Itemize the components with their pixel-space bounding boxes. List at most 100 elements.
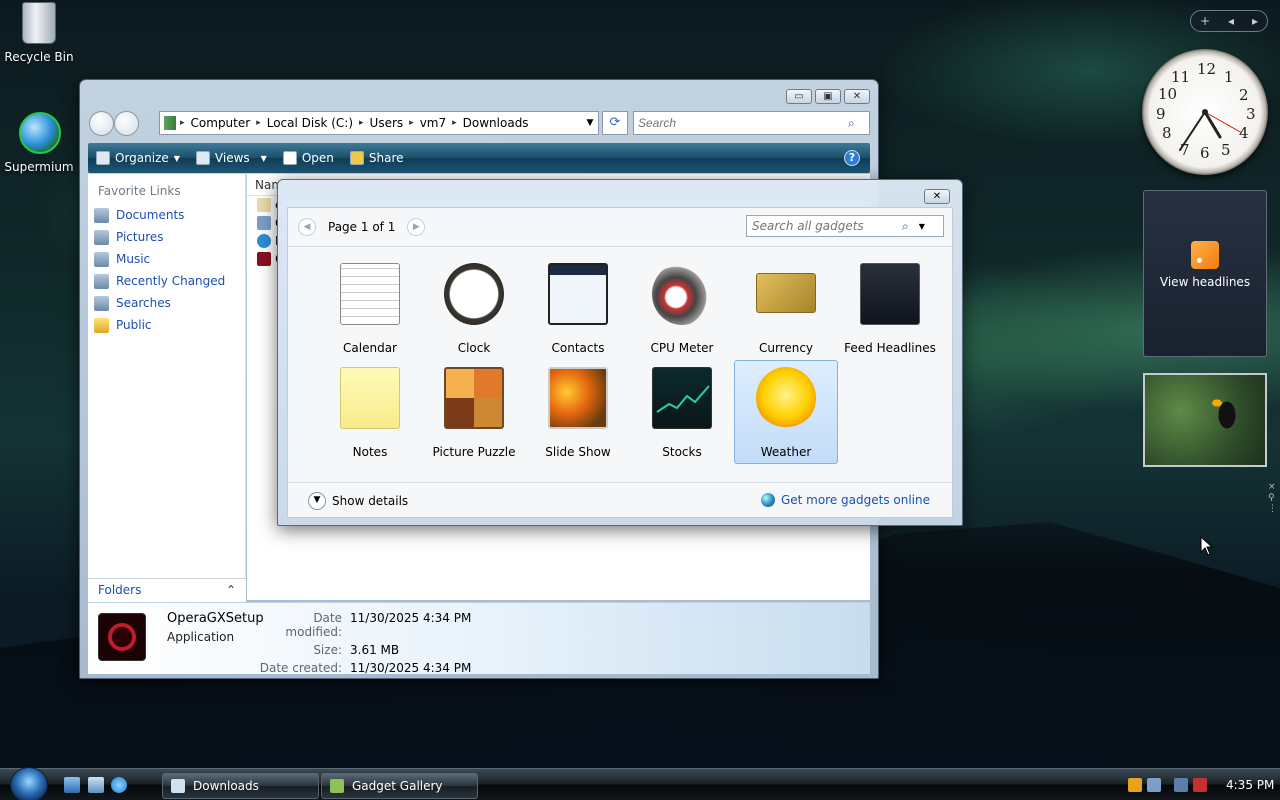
close-button[interactable]: ✕ bbox=[924, 189, 950, 204]
gadget-tile-contacts[interactable]: Contacts bbox=[526, 256, 630, 360]
chevron-down-icon[interactable]: ▼ bbox=[582, 118, 598, 128]
breadcrumb-vm7[interactable]: vm7 bbox=[414, 116, 452, 130]
view-headlines-label[interactable]: View headlines bbox=[1144, 275, 1266, 289]
desktop-icon-label: Recycle Bin bbox=[4, 50, 74, 64]
supermium-browser-icon bbox=[19, 112, 61, 156]
taskbar-button-gadget-gallery[interactable]: Gadget Gallery bbox=[321, 773, 478, 799]
taskbar-button-downloads[interactable]: Downloads bbox=[162, 773, 319, 799]
recently-changed-icon bbox=[94, 273, 109, 289]
clock-hands bbox=[1179, 109, 1243, 151]
minimize-button[interactable]: ▭ bbox=[786, 89, 812, 104]
divider bbox=[288, 482, 952, 483]
help-icon[interactable]: ? bbox=[844, 150, 860, 166]
favorite-link-searches[interactable]: Searches bbox=[88, 292, 245, 314]
add-gadget-button[interactable]: + bbox=[1200, 14, 1210, 28]
favorite-link-label: Public bbox=[116, 318, 152, 332]
searches-icon bbox=[94, 295, 109, 311]
explorer-search[interactable]: ⌕ bbox=[633, 111, 870, 135]
drag-handle-icon[interactable]: ⋮ bbox=[1268, 504, 1277, 515]
internet-explorer-icon[interactable] bbox=[111, 777, 127, 793]
organize-button[interactable]: Organize ▼ bbox=[88, 151, 188, 165]
stocks-chart-icon bbox=[656, 385, 710, 413]
favorite-link-recently-changed[interactable]: Recently Changed bbox=[88, 270, 245, 292]
chevron-down-icon[interactable]: ▼ bbox=[919, 222, 925, 231]
switch-windows-icon[interactable] bbox=[88, 777, 104, 793]
stocks-gadget-icon bbox=[652, 367, 712, 429]
taskbar-button-label: Gadget Gallery bbox=[352, 779, 443, 793]
gadget-tile-picture-puzzle[interactable]: Picture Puzzle bbox=[422, 360, 526, 464]
gadget-tile-feed-headlines[interactable]: Feed Headlines bbox=[838, 256, 942, 360]
close-icon[interactable]: × bbox=[1268, 482, 1277, 493]
breadcrumb-computer[interactable]: Computer bbox=[185, 116, 257, 130]
security-shield-icon[interactable] bbox=[1128, 778, 1142, 792]
favorite-link-label: Recently Changed bbox=[116, 274, 226, 288]
gadget-label: CPU Meter bbox=[650, 341, 714, 355]
breadcrumb-downloads[interactable]: Downloads bbox=[457, 116, 535, 130]
get-more-gadgets-link[interactable]: Get more gadgets online bbox=[760, 493, 930, 507]
search-icon[interactable]: ⌕ bbox=[848, 116, 855, 131]
chevron-up-icon: ⌃ bbox=[225, 583, 236, 597]
display-icon[interactable] bbox=[1174, 778, 1188, 792]
search-input[interactable] bbox=[638, 116, 848, 130]
gadget-search-input[interactable] bbox=[752, 219, 902, 233]
file-icon bbox=[257, 198, 271, 212]
options-icon[interactable]: ⚲ bbox=[1268, 493, 1277, 504]
share-label: Share bbox=[368, 151, 404, 165]
breadcrumb-users[interactable]: Users bbox=[364, 116, 410, 130]
gadget-label: Calendar bbox=[343, 341, 397, 355]
clock-gadget-icon bbox=[444, 263, 504, 325]
folders-toggle[interactable]: Folders ⌃ bbox=[88, 578, 246, 602]
volume-muted-icon[interactable] bbox=[1193, 778, 1207, 792]
desktop-icon-supermium[interactable]: Supermium bbox=[0, 112, 78, 174]
views-label: Views bbox=[214, 151, 250, 165]
details-file-name: OperaGXSetup bbox=[167, 611, 264, 626]
show-desktop-icon[interactable] bbox=[64, 777, 80, 793]
gadget-tile-currency[interactable]: Currency bbox=[734, 256, 838, 360]
address-bar[interactable]: ▸ Computer ▸ Local Disk (C:) ▸ Users ▸ v… bbox=[159, 111, 599, 135]
maximize-button[interactable]: ▣ bbox=[815, 89, 841, 104]
next-page-icon[interactable]: ▶ bbox=[407, 218, 426, 236]
views-button[interactable]: Views ▼ bbox=[188, 151, 275, 165]
previous-page-button[interactable]: ◂ bbox=[1228, 14, 1234, 28]
start-button[interactable] bbox=[10, 767, 48, 800]
views-icon bbox=[195, 151, 210, 165]
chevron-down-icon: ▼ bbox=[308, 492, 326, 510]
command-bar: Organize ▼ Views ▼ Open Share ? bbox=[88, 143, 870, 173]
show-details-label: Show details bbox=[332, 494, 409, 508]
favorite-link-pictures[interactable]: Pictures bbox=[88, 226, 245, 248]
search-icon[interactable]: ⌕ bbox=[902, 219, 909, 234]
next-page-button[interactable]: ▸ bbox=[1252, 14, 1258, 28]
feed-headlines-gadget[interactable]: View headlines bbox=[1143, 190, 1267, 357]
file-icon bbox=[257, 234, 271, 248]
mouse-cursor-icon bbox=[1200, 536, 1214, 556]
gadget-tile-clock[interactable]: Clock bbox=[422, 256, 526, 360]
taskbar-clock[interactable]: 4:35 PM bbox=[1226, 778, 1274, 792]
show-details-toggle[interactable]: ▼ Show details bbox=[308, 492, 408, 510]
refresh-button[interactable]: ⟳ bbox=[602, 111, 628, 135]
gadget-tile-notes[interactable]: Notes bbox=[318, 360, 422, 464]
breadcrumb-local-disk[interactable]: Local Disk (C:) bbox=[261, 116, 359, 130]
open-button[interactable]: Open bbox=[275, 151, 342, 165]
network-icon[interactable] bbox=[1147, 778, 1161, 792]
clock-gadget[interactable]: 12 1 2 3 4 5 6 7 8 9 10 11 bbox=[1142, 49, 1268, 175]
close-button[interactable]: ✕ bbox=[844, 89, 870, 104]
slide-show-gadget-icon bbox=[548, 367, 608, 429]
detail-value: 11/30/2025 4:34 PM bbox=[350, 611, 472, 625]
forward-button[interactable] bbox=[114, 111, 139, 136]
slide-show-gadget[interactable] bbox=[1143, 373, 1267, 467]
detail-value: 3.61 MB bbox=[350, 643, 400, 657]
documents-icon bbox=[94, 207, 109, 223]
desktop-icon-recycle-bin[interactable]: Recycle Bin bbox=[0, 2, 78, 64]
gadget-tile-weather[interactable]: Weather bbox=[734, 360, 838, 464]
back-button[interactable] bbox=[89, 111, 114, 136]
favorite-link-public[interactable]: Public bbox=[88, 314, 245, 336]
favorite-link-documents[interactable]: Documents bbox=[88, 204, 245, 226]
gadget-search[interactable]: ⌕ ▼ bbox=[746, 215, 944, 237]
gadget-tile-cpu-meter[interactable]: CPU Meter bbox=[630, 256, 734, 360]
share-button[interactable]: Share bbox=[342, 151, 412, 165]
gadget-tile-calendar[interactable]: Calendar bbox=[318, 256, 422, 360]
gadget-tile-slide-show[interactable]: Slide Show bbox=[526, 360, 630, 464]
favorite-link-music[interactable]: Music bbox=[88, 248, 245, 270]
previous-page-icon[interactable]: ◀ bbox=[298, 218, 316, 236]
gadget-tile-stocks[interactable]: Stocks bbox=[630, 360, 734, 464]
